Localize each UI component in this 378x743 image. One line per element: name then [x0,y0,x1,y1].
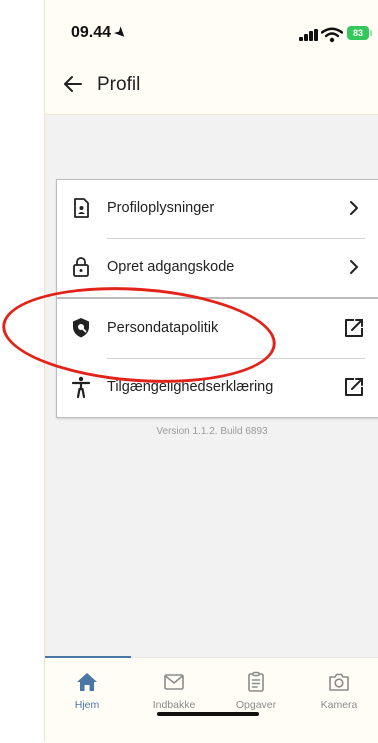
content-area: Profiloplysninger Opret adgangskode Pers… [45,115,378,657]
external-link-icon [345,378,363,396]
tab-label: Kamera [320,699,358,711]
tab-label: Hjem [74,699,100,711]
row-tilgaengelighedserklaering[interactable]: Tilgængelighedserklæring [57,359,378,417]
row-label: Profiloplysninger [107,200,215,216]
app-header: Profil [45,62,378,115]
camera-icon [329,673,349,691]
row-label: Persondatapolitik [107,320,219,336]
row-label: Tilgængelighedserklæring [107,379,274,395]
active-tab-indicator [45,656,131,658]
chevron-right-icon [350,260,358,274]
tab-bar: Hjem Indbakke Opgaver Kamera [45,656,378,743]
id-card-icon [74,198,89,218]
page-title: Profil [97,74,141,95]
chevron-right-icon [350,201,358,215]
tab-kamera[interactable]: Kamera [299,666,378,716]
tab-label: Opgaver [235,699,277,711]
row-label: Opret adgangskode [107,259,235,275]
settings-card-legal: Persondatapolitik Tilgængelighedserklæri… [56,298,378,418]
clipboard-icon [248,671,264,692]
tab-indbakke[interactable]: Indbakke [134,666,214,716]
home-indicator [157,712,259,716]
accessibility-icon [71,376,91,399]
battery-indicator: 83 [347,26,372,40]
row-profiloplysninger[interactable]: Profiloplysninger [57,180,378,238]
row-opret-adgangskode[interactable]: Opret adgangskode [57,239,378,297]
wifi-icon [321,27,343,43]
settings-card-account: Profiloplysninger Opret adgangskode [56,179,378,298]
signal-icon [299,29,321,41]
version-text: Version 1.1.2. Build 6893 [156,426,268,437]
status-time: 09.44➤ [71,23,131,42]
tab-hjem[interactable]: Hjem [47,666,127,716]
row-persondatapolitik[interactable]: Persondatapolitik [57,300,378,358]
home-icon [77,673,97,691]
lock-icon [73,257,89,277]
inbox-icon [164,674,184,690]
tab-opgaver[interactable]: Opgaver [216,666,296,716]
tab-label: Indbakke [152,699,196,711]
phone-screen: 09.44➤ 83 Profil Profiloplysninger Opret… [44,0,378,743]
back-arrow-icon[interactable] [61,72,85,96]
status-bar: 09.44➤ 83 [45,0,378,62]
external-link-icon [345,319,363,337]
location-arrow-icon: ➤ [111,23,131,42]
shield-icon [73,318,89,338]
